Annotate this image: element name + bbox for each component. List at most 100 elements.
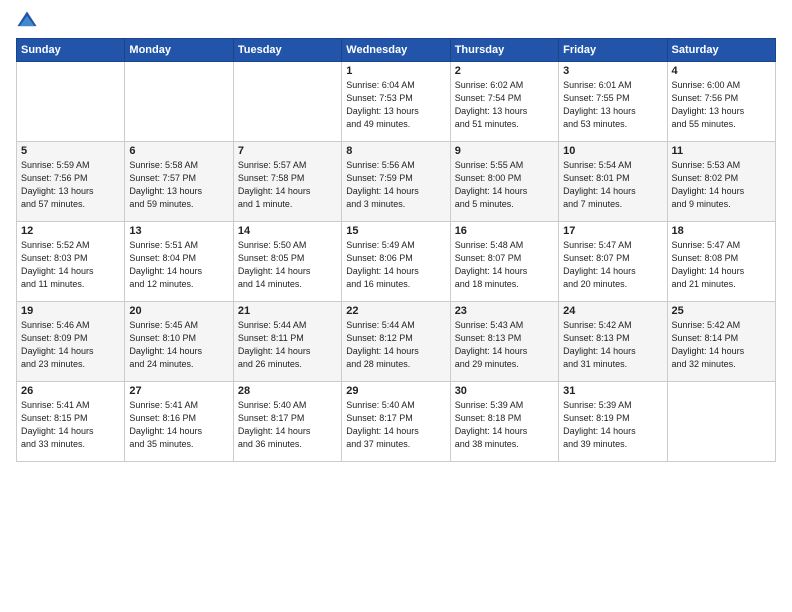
calendar-cell: 23Sunrise: 5:43 AM Sunset: 8:13 PM Dayli… [450,302,558,382]
day-number: 7 [238,145,337,157]
day-info: Sunrise: 5:39 AM Sunset: 8:18 PM Dayligh… [455,399,554,451]
column-header-tuesday: Tuesday [233,39,341,62]
calendar-cell: 6 Sunrise: 5:58 AM Sunset: 7:57 PM Daylig… [125,142,233,222]
day-number: 26 [21,385,120,397]
day-number: 5 [21,145,120,157]
week-row-1: 5 Sunrise: 5:59 AM Sunset: 7:56 PM Daylig… [17,142,776,222]
day-info: Sunrise: 5:47 AM Sunset: 8:07 PM Dayligh… [563,239,662,291]
day-number: 29 [346,385,445,397]
day-number: 15 [346,225,445,237]
calendar-cell [667,382,775,462]
calendar-cell: 10 Sunrise: 5:54 AM Sunset: 8:01 PM Dayli… [559,142,667,222]
day-info: Sunrise: 5:59 AM Sunset: 7:56 PM Dayligh… [21,159,120,211]
week-row-3: 19 Sunrise: 5:46 AM Sunset: 8:09 PM Dayli… [17,302,776,382]
calendar-cell: 2 Sunrise: 6:02 AM Sunset: 7:54 PM Daylig… [450,62,558,142]
day-number: 24 [563,305,662,317]
column-header-monday: Monday [125,39,233,62]
day-number: 22 [346,305,445,317]
day-info: Sunrise: 5:42 AM Sunset: 8:13 PM Dayligh… [563,319,662,371]
day-number: 25 [672,305,771,317]
day-info: Sunrise: 5:41 AM Sunset: 8:15 PM Dayligh… [21,399,120,451]
day-number: 8 [346,145,445,157]
day-info: Sunrise: 5:43 AM Sunset: 8:13 PM Dayligh… [455,319,554,371]
calendar-cell [17,62,125,142]
calendar-cell [125,62,233,142]
day-number: 13 [129,225,228,237]
calendar-cell: 8 Sunrise: 5:56 AM Sunset: 7:59 PM Daylig… [342,142,450,222]
calendar-cell: 14 Sunrise: 5:50 AM Sunset: 8:05 PM Dayli… [233,222,341,302]
header-row: SundayMondayTuesdayWednesdayThursdayFrid… [17,39,776,62]
day-number: 31 [563,385,662,397]
page: SundayMondayTuesdayWednesdayThursdayFrid… [0,0,792,612]
day-number: 21 [238,305,337,317]
day-number: 20 [129,305,228,317]
calendar-cell: 27 Sunrise: 5:41 AM Sunset: 8:16 PM Dayli… [125,382,233,462]
day-info: Sunrise: 5:40 AM Sunset: 8:17 PM Dayligh… [238,399,337,451]
day-info: Sunrise: 5:42 AM Sunset: 8:14 PM Dayligh… [672,319,771,371]
column-header-wednesday: Wednesday [342,39,450,62]
day-number: 16 [455,225,554,237]
day-number: 19 [21,305,120,317]
calendar-cell: 25 Sunrise: 5:42 AM Sunset: 8:14 PM Dayli… [667,302,775,382]
calendar-cell: 15 Sunrise: 5:49 AM Sunset: 8:06 PM Dayli… [342,222,450,302]
day-info: Sunrise: 5:52 AM Sunset: 8:03 PM Dayligh… [21,239,120,291]
calendar-table: SundayMondayTuesdayWednesdayThursdayFrid… [16,38,776,462]
day-info: Sunrise: 5:47 AM Sunset: 8:08 PM Dayligh… [672,239,771,291]
day-info: Sunrise: 5:50 AM Sunset: 8:05 PM Dayligh… [238,239,337,291]
calendar-cell: 5 Sunrise: 5:59 AM Sunset: 7:56 PM Daylig… [17,142,125,222]
day-number: 1 [346,65,445,77]
calendar-cell: 3 Sunrise: 6:01 AM Sunset: 7:55 PM Daylig… [559,62,667,142]
day-info: Sunrise: 5:48 AM Sunset: 8:07 PM Dayligh… [455,239,554,291]
calendar-cell: 26 Sunrise: 5:41 AM Sunset: 8:15 PM Dayli… [17,382,125,462]
day-info: Sunrise: 5:54 AM Sunset: 8:01 PM Dayligh… [563,159,662,211]
column-header-sunday: Sunday [17,39,125,62]
calendar-cell: 31 Sunrise: 5:39 AM Sunset: 8:19 PM Dayli… [559,382,667,462]
day-info: Sunrise: 5:56 AM Sunset: 7:59 PM Dayligh… [346,159,445,211]
calendar-cell: 16 Sunrise: 5:48 AM Sunset: 8:07 PM Dayli… [450,222,558,302]
column-header-thursday: Thursday [450,39,558,62]
calendar-cell: 12Sunrise: 5:52 AM Sunset: 8:03 PM Dayli… [17,222,125,302]
calendar-cell: 28 Sunrise: 5:40 AM Sunset: 8:17 PM Dayli… [233,382,341,462]
calendar-cell: 29 Sunrise: 5:40 AM Sunset: 8:17 PM Dayli… [342,382,450,462]
day-number: 6 [129,145,228,157]
day-info: Sunrise: 5:40 AM Sunset: 8:17 PM Dayligh… [346,399,445,451]
week-row-2: 12Sunrise: 5:52 AM Sunset: 8:03 PM Dayli… [17,222,776,302]
day-number: 3 [563,65,662,77]
day-info: Sunrise: 5:57 AM Sunset: 7:58 PM Dayligh… [238,159,337,211]
logo [16,10,40,32]
calendar-cell: 24 Sunrise: 5:42 AM Sunset: 8:13 PM Dayli… [559,302,667,382]
day-info: Sunrise: 5:39 AM Sunset: 8:19 PM Dayligh… [563,399,662,451]
week-row-0: 1 Sunrise: 6:04 AM Sunset: 7:53 PM Daylig… [17,62,776,142]
day-number: 2 [455,65,554,77]
day-info: Sunrise: 5:49 AM Sunset: 8:06 PM Dayligh… [346,239,445,291]
day-info: Sunrise: 6:04 AM Sunset: 7:53 PM Dayligh… [346,79,445,131]
day-number: 17 [563,225,662,237]
day-number: 14 [238,225,337,237]
calendar-header: SundayMondayTuesdayWednesdayThursdayFrid… [17,39,776,62]
day-info: Sunrise: 5:45 AM Sunset: 8:10 PM Dayligh… [129,319,228,371]
day-info: Sunrise: 6:01 AM Sunset: 7:55 PM Dayligh… [563,79,662,131]
day-info: Sunrise: 5:41 AM Sunset: 8:16 PM Dayligh… [129,399,228,451]
day-number: 30 [455,385,554,397]
day-number: 18 [672,225,771,237]
calendar-body: 1 Sunrise: 6:04 AM Sunset: 7:53 PM Daylig… [17,62,776,462]
day-number: 27 [129,385,228,397]
day-number: 11 [672,145,771,157]
day-number: 10 [563,145,662,157]
calendar-cell: 1 Sunrise: 6:04 AM Sunset: 7:53 PM Daylig… [342,62,450,142]
day-info: Sunrise: 5:55 AM Sunset: 8:00 PM Dayligh… [455,159,554,211]
week-row-4: 26 Sunrise: 5:41 AM Sunset: 8:15 PM Dayli… [17,382,776,462]
logo-icon [16,10,38,32]
day-info: Sunrise: 5:58 AM Sunset: 7:57 PM Dayligh… [129,159,228,211]
day-number: 28 [238,385,337,397]
calendar-cell: 18 Sunrise: 5:47 AM Sunset: 8:08 PM Dayli… [667,222,775,302]
day-number: 4 [672,65,771,77]
calendar-cell: 17 Sunrise: 5:47 AM Sunset: 8:07 PM Dayli… [559,222,667,302]
day-info: Sunrise: 6:02 AM Sunset: 7:54 PM Dayligh… [455,79,554,131]
calendar-cell: 22Sunrise: 5:44 AM Sunset: 8:12 PM Dayli… [342,302,450,382]
day-info: Sunrise: 5:44 AM Sunset: 8:11 PM Dayligh… [238,319,337,371]
day-info: Sunrise: 5:46 AM Sunset: 8:09 PM Dayligh… [21,319,120,371]
calendar-cell: 13Sunrise: 5:51 AM Sunset: 8:04 PM Dayli… [125,222,233,302]
day-info: Sunrise: 6:00 AM Sunset: 7:56 PM Dayligh… [672,79,771,131]
calendar-cell: 9Sunrise: 5:55 AM Sunset: 8:00 PM Daylig… [450,142,558,222]
